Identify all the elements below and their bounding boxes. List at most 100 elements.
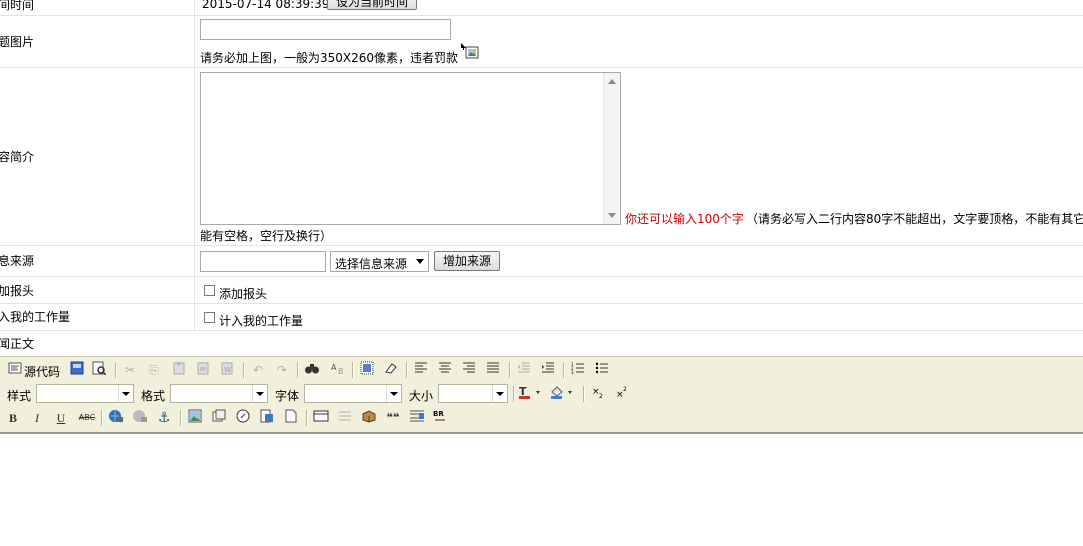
- info-source-select-value: 选择信息来源: [335, 257, 408, 271]
- find-icon[interactable]: [303, 361, 321, 379]
- subscript-icon[interactable]: × 2: [589, 385, 607, 403]
- format-select[interactable]: [170, 384, 268, 403]
- toolbar-row-2: 样式 格式 字体 大小 T × 2 × 2: [0, 383, 1083, 405]
- svg-text:A: A: [331, 363, 337, 372]
- new-page-icon[interactable]: [282, 409, 300, 427]
- toolbar-separator: [513, 386, 515, 402]
- preview-icon[interactable]: [90, 361, 108, 379]
- image-icon[interactable]: [186, 409, 204, 427]
- image-upload-icon[interactable]: [461, 43, 479, 59]
- flash-icon[interactable]: [210, 409, 228, 427]
- align-right-icon[interactable]: [460, 361, 478, 379]
- toolbar-separator: [509, 362, 511, 378]
- align-left-icon[interactable]: [412, 361, 430, 379]
- style-select[interactable]: [36, 384, 134, 403]
- form-row-info-source: 息来源 选择信息来源 增加来源: [0, 246, 1083, 277]
- cut-icon[interactable]: ✂: [121, 361, 139, 379]
- font-select[interactable]: [304, 384, 402, 403]
- table-icon[interactable]: [312, 409, 330, 427]
- page-break-icon[interactable]: [408, 409, 426, 427]
- size-select[interactable]: [438, 384, 508, 403]
- paste-text-icon[interactable]: [194, 361, 212, 379]
- svg-text:2: 2: [623, 386, 627, 393]
- toolbar-row-3: B I U ABC ⚓ ❝❝ BR: [0, 407, 1083, 429]
- background-color-icon[interactable]: [550, 385, 576, 403]
- workload-label: 入我的工作量: [0, 310, 71, 324]
- save-icon[interactable]: [68, 361, 86, 379]
- add-header-label: 加报头: [0, 284, 35, 298]
- table-insert-icon[interactable]: [258, 409, 276, 427]
- form-row-add-header: 加报头 添加报头: [0, 277, 1083, 304]
- bold-button[interactable]: B: [4, 409, 22, 427]
- align-center-icon[interactable]: [436, 361, 454, 379]
- unordered-list-icon[interactable]: [593, 361, 611, 379]
- superscript-icon[interactable]: × 2: [613, 385, 631, 403]
- ordered-list-icon[interactable]: 123: [569, 361, 587, 379]
- form-row-time: 间时间 2015-07-14 08:39:39 设为当前时间: [0, 0, 1083, 16]
- toolbar-separator: [583, 386, 585, 402]
- anchor-icon[interactable]: ⚓: [155, 409, 173, 427]
- paste-from-word-icon[interactable]: BR: [432, 409, 450, 427]
- info-source-label: 息来源: [0, 254, 35, 268]
- chevron-down-icon: [492, 385, 507, 402]
- copy-icon[interactable]: ⎘: [145, 361, 163, 379]
- form-row-workload: 入我的工作量 计入我的工作量: [0, 304, 1083, 331]
- form-input-cell: 你还可以输入100个字 （请务必写入二行内容80字不能超出，文字要顶格，不能有其…: [196, 68, 1083, 245]
- toolbar-separator: [243, 362, 245, 378]
- form-label-cell: 容简介: [0, 68, 195, 245]
- source-code-button[interactable]: 源代码: [24, 363, 60, 380]
- form-label-cell: 加报头: [0, 277, 195, 303]
- summary-textarea-scrollbar[interactable]: [603, 73, 620, 224]
- select-all-icon[interactable]: [358, 361, 376, 379]
- toolbar-separator: [180, 410, 182, 426]
- paste-word-icon[interactable]: W: [218, 361, 236, 379]
- redo-icon[interactable]: ↷: [273, 361, 291, 379]
- indent-icon[interactable]: [539, 361, 557, 379]
- summary-textarea[interactable]: [200, 72, 621, 225]
- form-label-cell: 息来源: [0, 246, 195, 276]
- strikethrough-button[interactable]: ABC: [76, 409, 98, 427]
- horizontal-rule-icon[interactable]: [336, 409, 354, 427]
- add-header-checkbox[interactable]: [204, 285, 215, 296]
- add-header-checkbox-label[interactable]: 添加报头: [219, 285, 267, 302]
- outdent-icon[interactable]: [515, 361, 533, 379]
- chevron-down-icon: [386, 385, 401, 402]
- info-source-input[interactable]: [200, 251, 326, 272]
- source-code-icon[interactable]: [6, 361, 24, 379]
- form-label-cell: 题图片: [0, 15, 195, 67]
- toolbar-separator: [306, 410, 308, 426]
- undo-icon[interactable]: ↶: [249, 361, 267, 379]
- workload-checkbox-label[interactable]: 计入我的工作量: [219, 312, 303, 329]
- blockquote-icon[interactable]: ❝❝: [384, 409, 402, 427]
- title-image-hint: 请务必加上图，一般为350X260像素，违者罚款: [200, 51, 459, 65]
- underline-button[interactable]: U: [52, 409, 70, 427]
- svg-text:B: B: [338, 367, 344, 375]
- media-icon[interactable]: [234, 409, 252, 427]
- svg-text:2: 2: [599, 393, 603, 399]
- italic-button[interactable]: I: [28, 409, 46, 427]
- workload-checkbox[interactable]: [204, 312, 215, 323]
- scroll-down-arrow-icon[interactable]: [608, 213, 616, 218]
- align-justify-icon[interactable]: [484, 361, 502, 379]
- form-input-cell: 添加报头: [196, 277, 1083, 303]
- toolbar-separator: [297, 362, 299, 378]
- form-label-cell: 间时间: [0, 0, 195, 15]
- form-input-cell: 2015-07-14 08:39:39 设为当前时间: [196, 0, 1083, 15]
- special-char-icon[interactable]: [360, 409, 378, 427]
- chevron-down-icon: [252, 385, 267, 402]
- add-source-button[interactable]: 增加来源: [434, 251, 501, 271]
- size-label: 大小: [409, 389, 434, 403]
- title-image-input[interactable]: [200, 19, 451, 40]
- replace-icon[interactable]: AB: [329, 361, 347, 379]
- text-color-icon[interactable]: T: [518, 385, 544, 403]
- form-row-title-image: 题图片 请务必加上图，一般为350X260像素，违者罚款: [0, 15, 1083, 68]
- toolbar-separator: [101, 410, 103, 426]
- toolbar-separator: [563, 362, 565, 378]
- unlink-icon[interactable]: [131, 409, 149, 427]
- link-icon[interactable]: [107, 409, 125, 427]
- info-source-select[interactable]: 选择信息来源: [330, 251, 429, 272]
- paste-icon[interactable]: [170, 361, 188, 379]
- scroll-up-arrow-icon[interactable]: [608, 79, 616, 84]
- set-current-time-button[interactable]: 设为当前时间: [327, 0, 418, 10]
- remove-format-icon[interactable]: [382, 361, 400, 379]
